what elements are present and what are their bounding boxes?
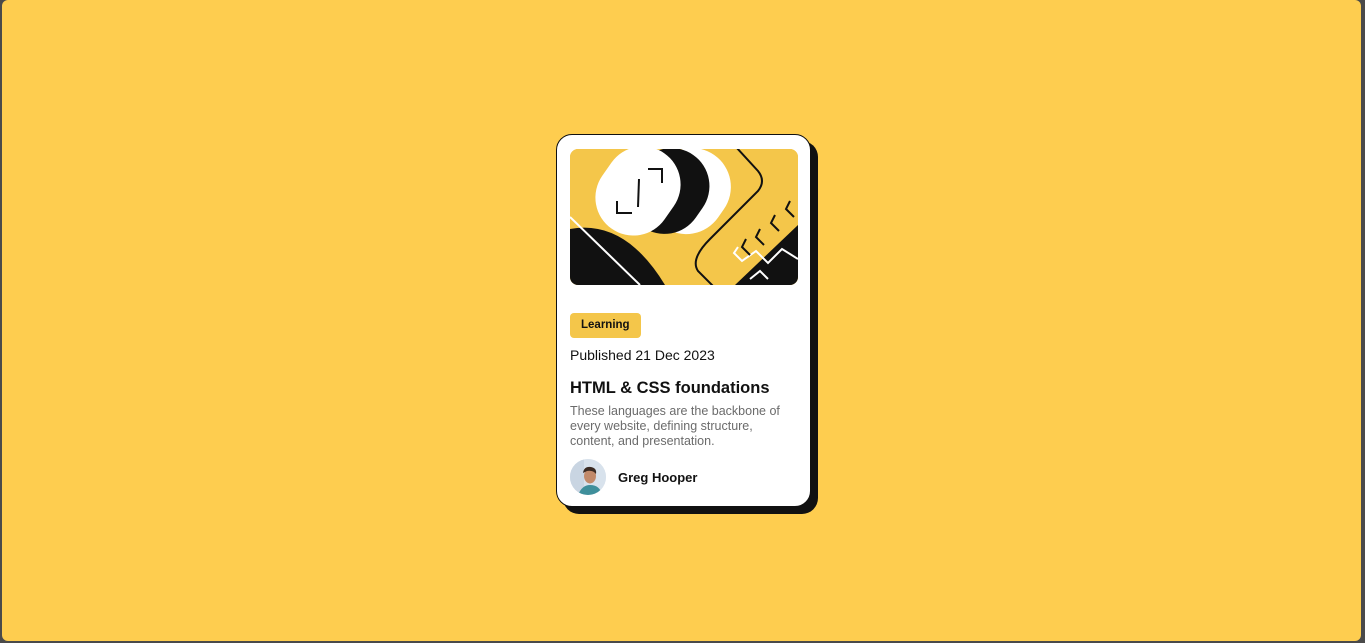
blog-preview-card: Learning Published 21 Dec 2023 HTML & CS… bbox=[556, 134, 811, 507]
published-date: Published 21 Dec 2023 bbox=[570, 347, 715, 363]
illustration-icon bbox=[570, 149, 798, 285]
author-row: Greg Hooper bbox=[570, 459, 697, 495]
hero-illustration bbox=[570, 149, 798, 285]
author-name: Greg Hooper bbox=[618, 469, 698, 485]
page-background: Learning Published 21 Dec 2023 HTML & CS… bbox=[2, 0, 1361, 641]
avatar-icon bbox=[570, 459, 606, 495]
card-description: These languages are the backbone of ever… bbox=[570, 404, 780, 448]
card-title[interactable]: HTML & CSS foundations bbox=[570, 379, 770, 398]
category-badge: Learning bbox=[570, 313, 641, 338]
